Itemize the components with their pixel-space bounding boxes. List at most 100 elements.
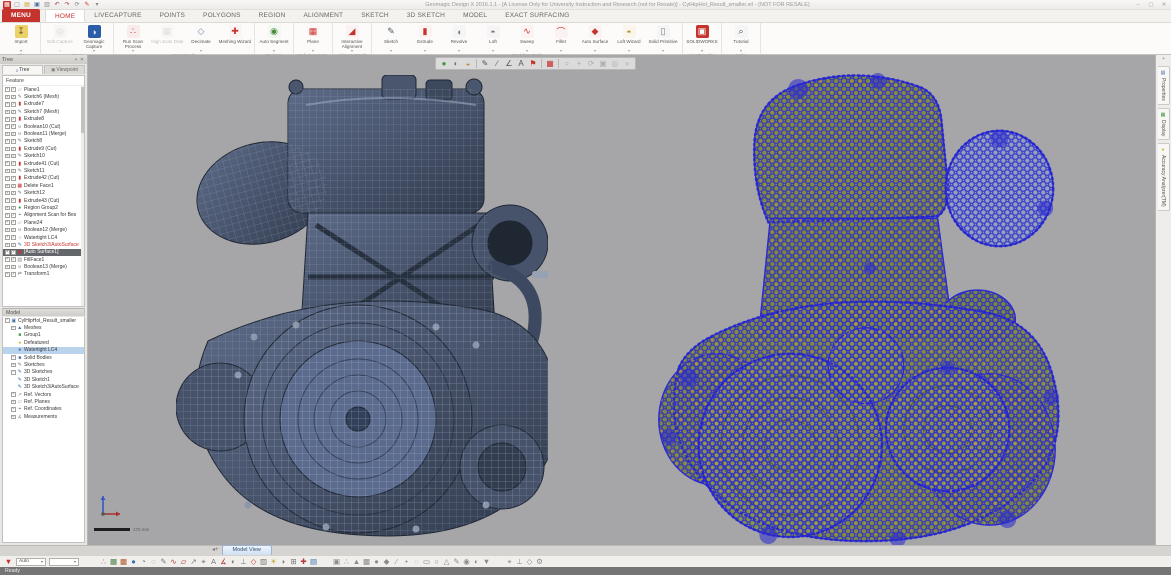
checkbox-icon[interactable]: ✓ <box>11 243 16 248</box>
feature-tree-item[interactable]: +✓✎Sketch10 <box>3 153 84 160</box>
dock-pin-icon[interactable]: + <box>1162 56 1165 63</box>
checkbox-icon[interactable]: ✓ <box>11 235 16 240</box>
viewport[interactable]: ●◐◒✎∕∠A⚑▦⌕+⟳▣◎» <box>88 55 1155 545</box>
feature-tree-item[interactable]: +✓▮Extrude41 (Cut) <box>3 160 84 167</box>
feature-tree-item[interactable]: +✓▮Extrude9 (Cut) <box>3 145 84 152</box>
fit-view-icon[interactable]: ▣ <box>598 59 608 68</box>
select-body-icon[interactable]: ● <box>372 557 381 566</box>
feature-tree-item[interactable]: +✓⊎Boolean11 (Merge) <box>3 130 84 137</box>
expand-icon[interactable]: + <box>5 213 10 218</box>
grid-icon[interactable]: ⊞ <box>289 557 298 567</box>
checkbox-icon[interactable]: ✓ <box>11 265 16 270</box>
checkbox-icon[interactable]: ✓ <box>11 220 16 225</box>
dock-tab-properties[interactable]: ▤Properties <box>1158 66 1170 105</box>
wireframe-view-icon[interactable]: ◒ <box>463 59 473 68</box>
zoom-tool-icon[interactable]: ⌕ <box>562 59 572 69</box>
minimize-button[interactable]: – <box>1134 2 1142 8</box>
auto-segment-button[interactable]: ◉Auto Segment▾ <box>257 24 291 52</box>
lighting-icon[interactable]: ☀ <box>269 557 278 567</box>
select-poly-icon[interactable]: ▲ <box>352 557 361 566</box>
fillet-button[interactable]: ⌒Fillet▾ <box>544 24 578 52</box>
model-tree-item[interactable]: +✎Sketches <box>3 361 84 368</box>
pan-tool-icon[interactable]: + <box>574 59 584 68</box>
model-tree-item[interactable]: +▱Ref. Planes <box>3 398 84 405</box>
deviation-display-icon[interactable]: ◐ <box>229 557 238 567</box>
feature-tree-item[interactable]: +✓▮Extrude7 <box>3 101 84 108</box>
sidebar-tab-tree[interactable]: ≡Tree <box>2 65 43 74</box>
checkbox-icon[interactable]: ✓ <box>11 154 16 159</box>
expand-icon[interactable]: − <box>11 326 16 331</box>
auto-surface-button[interactable]: ◆Auto Surface▾ <box>578 24 612 52</box>
repeat-icon[interactable]: ⟳ <box>73 1 81 9</box>
checkbox-icon[interactable]: ✓ <box>11 198 16 203</box>
expand-icon[interactable]: + <box>5 139 10 144</box>
coord-display-icon[interactable]: ⌖ <box>199 557 208 567</box>
plane-button[interactable]: ▦Plane▾ <box>296 24 330 52</box>
extrude-button[interactable]: ▮Extrude▾ <box>408 24 442 52</box>
invert-select-icon[interactable]: ◐ <box>472 557 481 566</box>
expand-icon[interactable]: + <box>5 124 10 129</box>
solid-primitive-button[interactable]: ▯Solid Primitive▾ <box>646 24 680 52</box>
expand-icon[interactable]: + <box>5 191 10 196</box>
checkbox-icon[interactable]: ✓ <box>11 102 16 107</box>
feature-tree-item[interactable]: +✓⊎Boolean12 (Merge) <box>3 226 84 233</box>
expand-icon[interactable]: + <box>11 400 16 405</box>
ribbon-tab-model[interactable]: MODEL <box>454 9 496 22</box>
feature-tree-item[interactable]: +✓✎Sketch6 (Mesh) <box>3 93 84 100</box>
boundary-display-icon[interactable]: ◇ <box>249 557 258 567</box>
point-display-icon[interactable]: ∴ <box>99 557 108 567</box>
revolve-button[interactable]: ◖Revolve▾ <box>442 24 476 52</box>
paint-select-icon[interactable]: ✎ <box>452 557 461 566</box>
feature-tree-item[interactable]: +✓▮Extrude42 (Cut) <box>3 175 84 182</box>
checkbox-icon[interactable]: ✓ <box>11 272 16 277</box>
select-region-icon[interactable]: ▩ <box>362 557 371 566</box>
background-icon[interactable]: ▤ <box>309 557 318 567</box>
edge-shaded-view-icon[interactable]: ◐ <box>451 59 461 68</box>
checkbox-icon[interactable]: ✓ <box>11 250 16 255</box>
feature-tree-item[interactable]: +✓✎Sketch11 <box>3 167 84 174</box>
feature-tree-item[interactable]: +✓○Watertight LC4 <box>3 234 84 241</box>
expand-icon[interactable]: + <box>5 87 10 92</box>
feature-tree-item[interactable]: +✓⊎Boolean10 (Cut) <box>3 123 84 130</box>
sketch-button[interactable]: ✎Sketch▾ <box>374 24 408 52</box>
redo-icon[interactable]: ↷ <box>63 1 71 9</box>
feature-tree-item[interactable]: +✓⇄Transform1 <box>3 271 84 278</box>
meshing-wizard-button[interactable]: ✚Meshing Wizard <box>218 24 252 49</box>
close-button[interactable]: ✕ <box>1160 2 1168 8</box>
model-tree-item[interactable]: ●Watertight LC4 <box>3 347 84 354</box>
ribbon-tab-alignment[interactable]: ALIGNMENT <box>294 9 352 22</box>
camera-view-icon[interactable]: ◎ <box>610 59 620 68</box>
ribbon-tab-sketch[interactable]: SKETCH <box>352 9 398 22</box>
model-tree-item[interactable]: −▣CylHipHol_Result_smaller <box>3 317 84 324</box>
checkbox-icon[interactable]: ✓ <box>11 110 16 115</box>
axis-icon[interactable]: ✚ <box>299 557 308 567</box>
pencil-tool-icon[interactable]: ✎ <box>480 59 490 68</box>
expand-icon[interactable]: + <box>11 407 16 412</box>
expand-icon[interactable]: + <box>5 243 10 248</box>
expand-icon[interactable]: + <box>5 272 10 277</box>
feature-tree-item[interactable]: +✓⊎Boolean13 (Merge) <box>3 263 84 270</box>
sketch-display-icon[interactable]: ✎ <box>159 557 168 567</box>
expand-icon[interactable]: + <box>5 161 10 166</box>
model-tree-item[interactable]: +⌖Ref. Coordinates <box>3 406 84 413</box>
mesh-filter-icon[interactable]: ▼ <box>4 557 13 566</box>
undo-icon[interactable]: ↶ <box>53 1 61 9</box>
feature-tree-item[interactable]: +✓✎Sketch12 <box>3 189 84 196</box>
ribbon-tab-points[interactable]: POINTS <box>151 9 194 22</box>
checkbox-icon[interactable]: ✓ <box>11 257 16 262</box>
texture-display-icon[interactable]: ▨ <box>259 557 268 567</box>
feature-tree-scrollbar[interactable] <box>81 85 84 306</box>
checkbox-icon[interactable]: ✓ <box>11 124 16 129</box>
body-display-icon[interactable]: ● <box>129 557 138 567</box>
expand-icon[interactable]: + <box>5 257 10 262</box>
flag-tool-icon[interactable]: ⚑ <box>528 59 538 68</box>
dock-tab-accuracy-analyzer-tm[interactable]: ●Accuracy Analyzer(TM) <box>1158 143 1170 211</box>
select-point-icon[interactable]: ∴ <box>342 557 351 566</box>
expand-icon[interactable]: + <box>11 363 16 368</box>
expand-icon[interactable]: + <box>5 154 10 159</box>
expand-icon[interactable]: + <box>11 355 16 360</box>
ribbon-tab-livecapture[interactable]: LIVECAPTURE <box>85 9 150 22</box>
expand-icon[interactable]: + <box>5 147 10 152</box>
model-tree-item[interactable]: ●Defeatured <box>3 339 84 346</box>
rotate-tool-icon[interactable]: ⟳ <box>586 59 596 68</box>
